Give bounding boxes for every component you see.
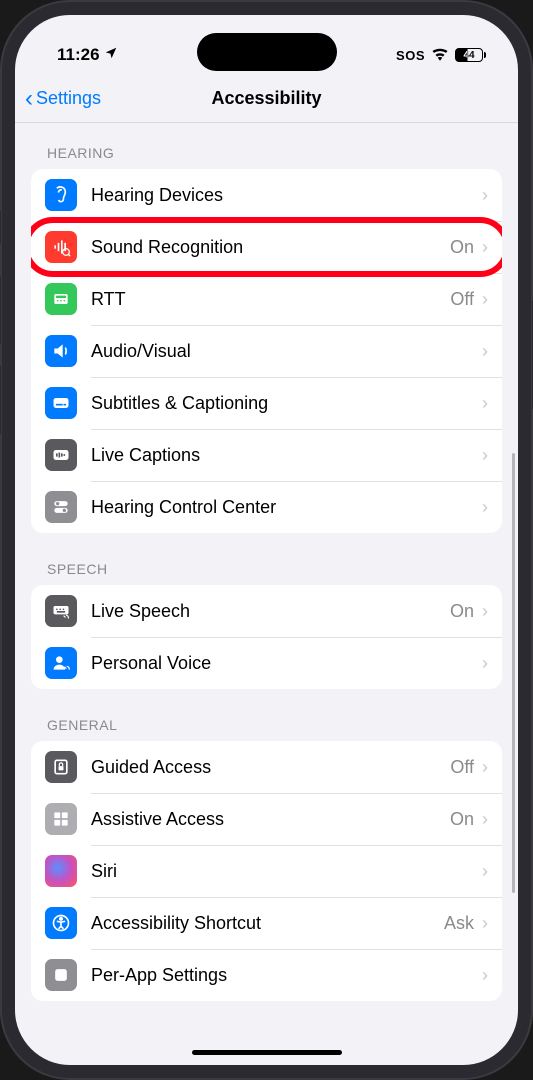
ear-icon — [45, 179, 77, 211]
chevron-right-icon: › — [482, 601, 488, 622]
row-hearing-control[interactable]: Hearing Control Center › — [31, 481, 502, 533]
row-label: Assistive Access — [91, 809, 450, 830]
row-label: Hearing Control Center — [91, 497, 482, 518]
sound-wave-icon — [45, 231, 77, 263]
grid-icon — [45, 803, 77, 835]
chevron-right-icon: › — [482, 757, 488, 778]
location-icon — [104, 46, 118, 64]
chevron-right-icon: › — [482, 393, 488, 414]
chevron-right-icon: › — [482, 341, 488, 362]
row-subtitles[interactable]: Subtitles & Captioning › — [31, 377, 502, 429]
row-guided-access[interactable]: Guided Access Off › — [31, 741, 502, 793]
chevron-right-icon: › — [482, 913, 488, 934]
row-live-captions[interactable]: Live Captions › — [31, 429, 502, 481]
row-label: Live Captions — [91, 445, 482, 466]
siri-icon — [45, 855, 77, 887]
section-header-general: GENERAL — [31, 689, 502, 741]
chevron-right-icon: › — [482, 445, 488, 466]
back-label: Settings — [36, 88, 101, 109]
row-label: Siri — [91, 861, 482, 882]
battery-icon: 44 — [455, 48, 486, 62]
sos-indicator: SOS — [396, 48, 425, 63]
volume-up-button — [0, 275, 1, 345]
row-label: Sound Recognition — [91, 237, 450, 258]
row-label: Guided Access — [91, 757, 450, 778]
scrollbar[interactable] — [512, 453, 515, 893]
dynamic-island — [197, 33, 337, 71]
live-captions-icon — [45, 439, 77, 471]
toggles-icon — [45, 491, 77, 523]
section-header-speech: SPEECH — [31, 533, 502, 585]
row-label: Per-App Settings — [91, 965, 482, 986]
phone-frame: 11:26 SOS 44 ‹ Settings Acc — [0, 0, 533, 1080]
page-title: Accessibility — [211, 88, 321, 109]
row-value: Ask — [444, 913, 474, 934]
chevron-right-icon: › — [482, 965, 488, 986]
row-label: RTT — [91, 289, 450, 310]
wifi-icon — [431, 47, 449, 64]
row-value: On — [450, 809, 474, 830]
captions-icon — [45, 387, 77, 419]
group-hearing: Hearing Devices › Sound Recognition On › — [31, 169, 502, 533]
row-per-app-settings[interactable]: Per-App Settings › — [31, 949, 502, 1001]
row-rtt[interactable]: RTT Off › — [31, 273, 502, 325]
row-sound-recognition[interactable]: Sound Recognition On › — [31, 221, 502, 273]
row-value: Off — [450, 757, 474, 778]
row-personal-voice[interactable]: Personal Voice › — [31, 637, 502, 689]
row-label: Live Speech — [91, 601, 450, 622]
home-indicator[interactable] — [192, 1050, 342, 1055]
row-hearing-devices[interactable]: Hearing Devices › — [31, 169, 502, 221]
section-header-hearing: HEARING — [31, 123, 502, 169]
speaker-icon — [45, 335, 77, 367]
screen: 11:26 SOS 44 ‹ Settings Acc — [15, 15, 518, 1065]
lock-screen-icon — [45, 751, 77, 783]
silent-switch — [0, 210, 1, 245]
chevron-right-icon: › — [482, 185, 488, 206]
row-value: Off — [450, 289, 474, 310]
status-time: 11:26 — [57, 45, 100, 65]
volume-down-button — [0, 365, 1, 435]
accessibility-icon — [45, 907, 77, 939]
chevron-right-icon: › — [482, 861, 488, 882]
status-left: 11:26 — [57, 45, 118, 65]
row-label: Audio/Visual — [91, 341, 482, 362]
group-general: Guided Access Off › Assistive Access On … — [31, 741, 502, 1001]
back-button[interactable]: ‹ Settings — [25, 87, 101, 111]
chevron-left-icon: ‹ — [25, 87, 33, 111]
chevron-right-icon: › — [482, 497, 488, 518]
tty-icon — [45, 283, 77, 315]
row-value: On — [450, 601, 474, 622]
nav-bar: ‹ Settings Accessibility — [15, 75, 518, 123]
chevron-right-icon: › — [482, 289, 488, 310]
app-icon — [45, 959, 77, 991]
row-label: Personal Voice — [91, 653, 482, 674]
row-live-speech[interactable]: Live Speech On › — [31, 585, 502, 637]
row-value: On — [450, 237, 474, 258]
row-label: Accessibility Shortcut — [91, 913, 444, 934]
keyboard-wave-icon — [45, 595, 77, 627]
person-wave-icon — [45, 647, 77, 679]
chevron-right-icon: › — [482, 237, 488, 258]
row-label: Hearing Devices — [91, 185, 482, 206]
content-scroll[interactable]: HEARING Hearing Devices › Sound Recognit… — [15, 123, 518, 1065]
row-audio-visual[interactable]: Audio/Visual › — [31, 325, 502, 377]
chevron-right-icon: › — [482, 653, 488, 674]
row-assistive-access[interactable]: Assistive Access On › — [31, 793, 502, 845]
chevron-right-icon: › — [482, 809, 488, 830]
group-speech: Live Speech On › Personal Voice › — [31, 585, 502, 689]
row-accessibility-shortcut[interactable]: Accessibility Shortcut Ask › — [31, 897, 502, 949]
status-right: SOS 44 — [396, 47, 486, 64]
row-label: Subtitles & Captioning — [91, 393, 482, 414]
row-siri[interactable]: Siri › — [31, 845, 502, 897]
